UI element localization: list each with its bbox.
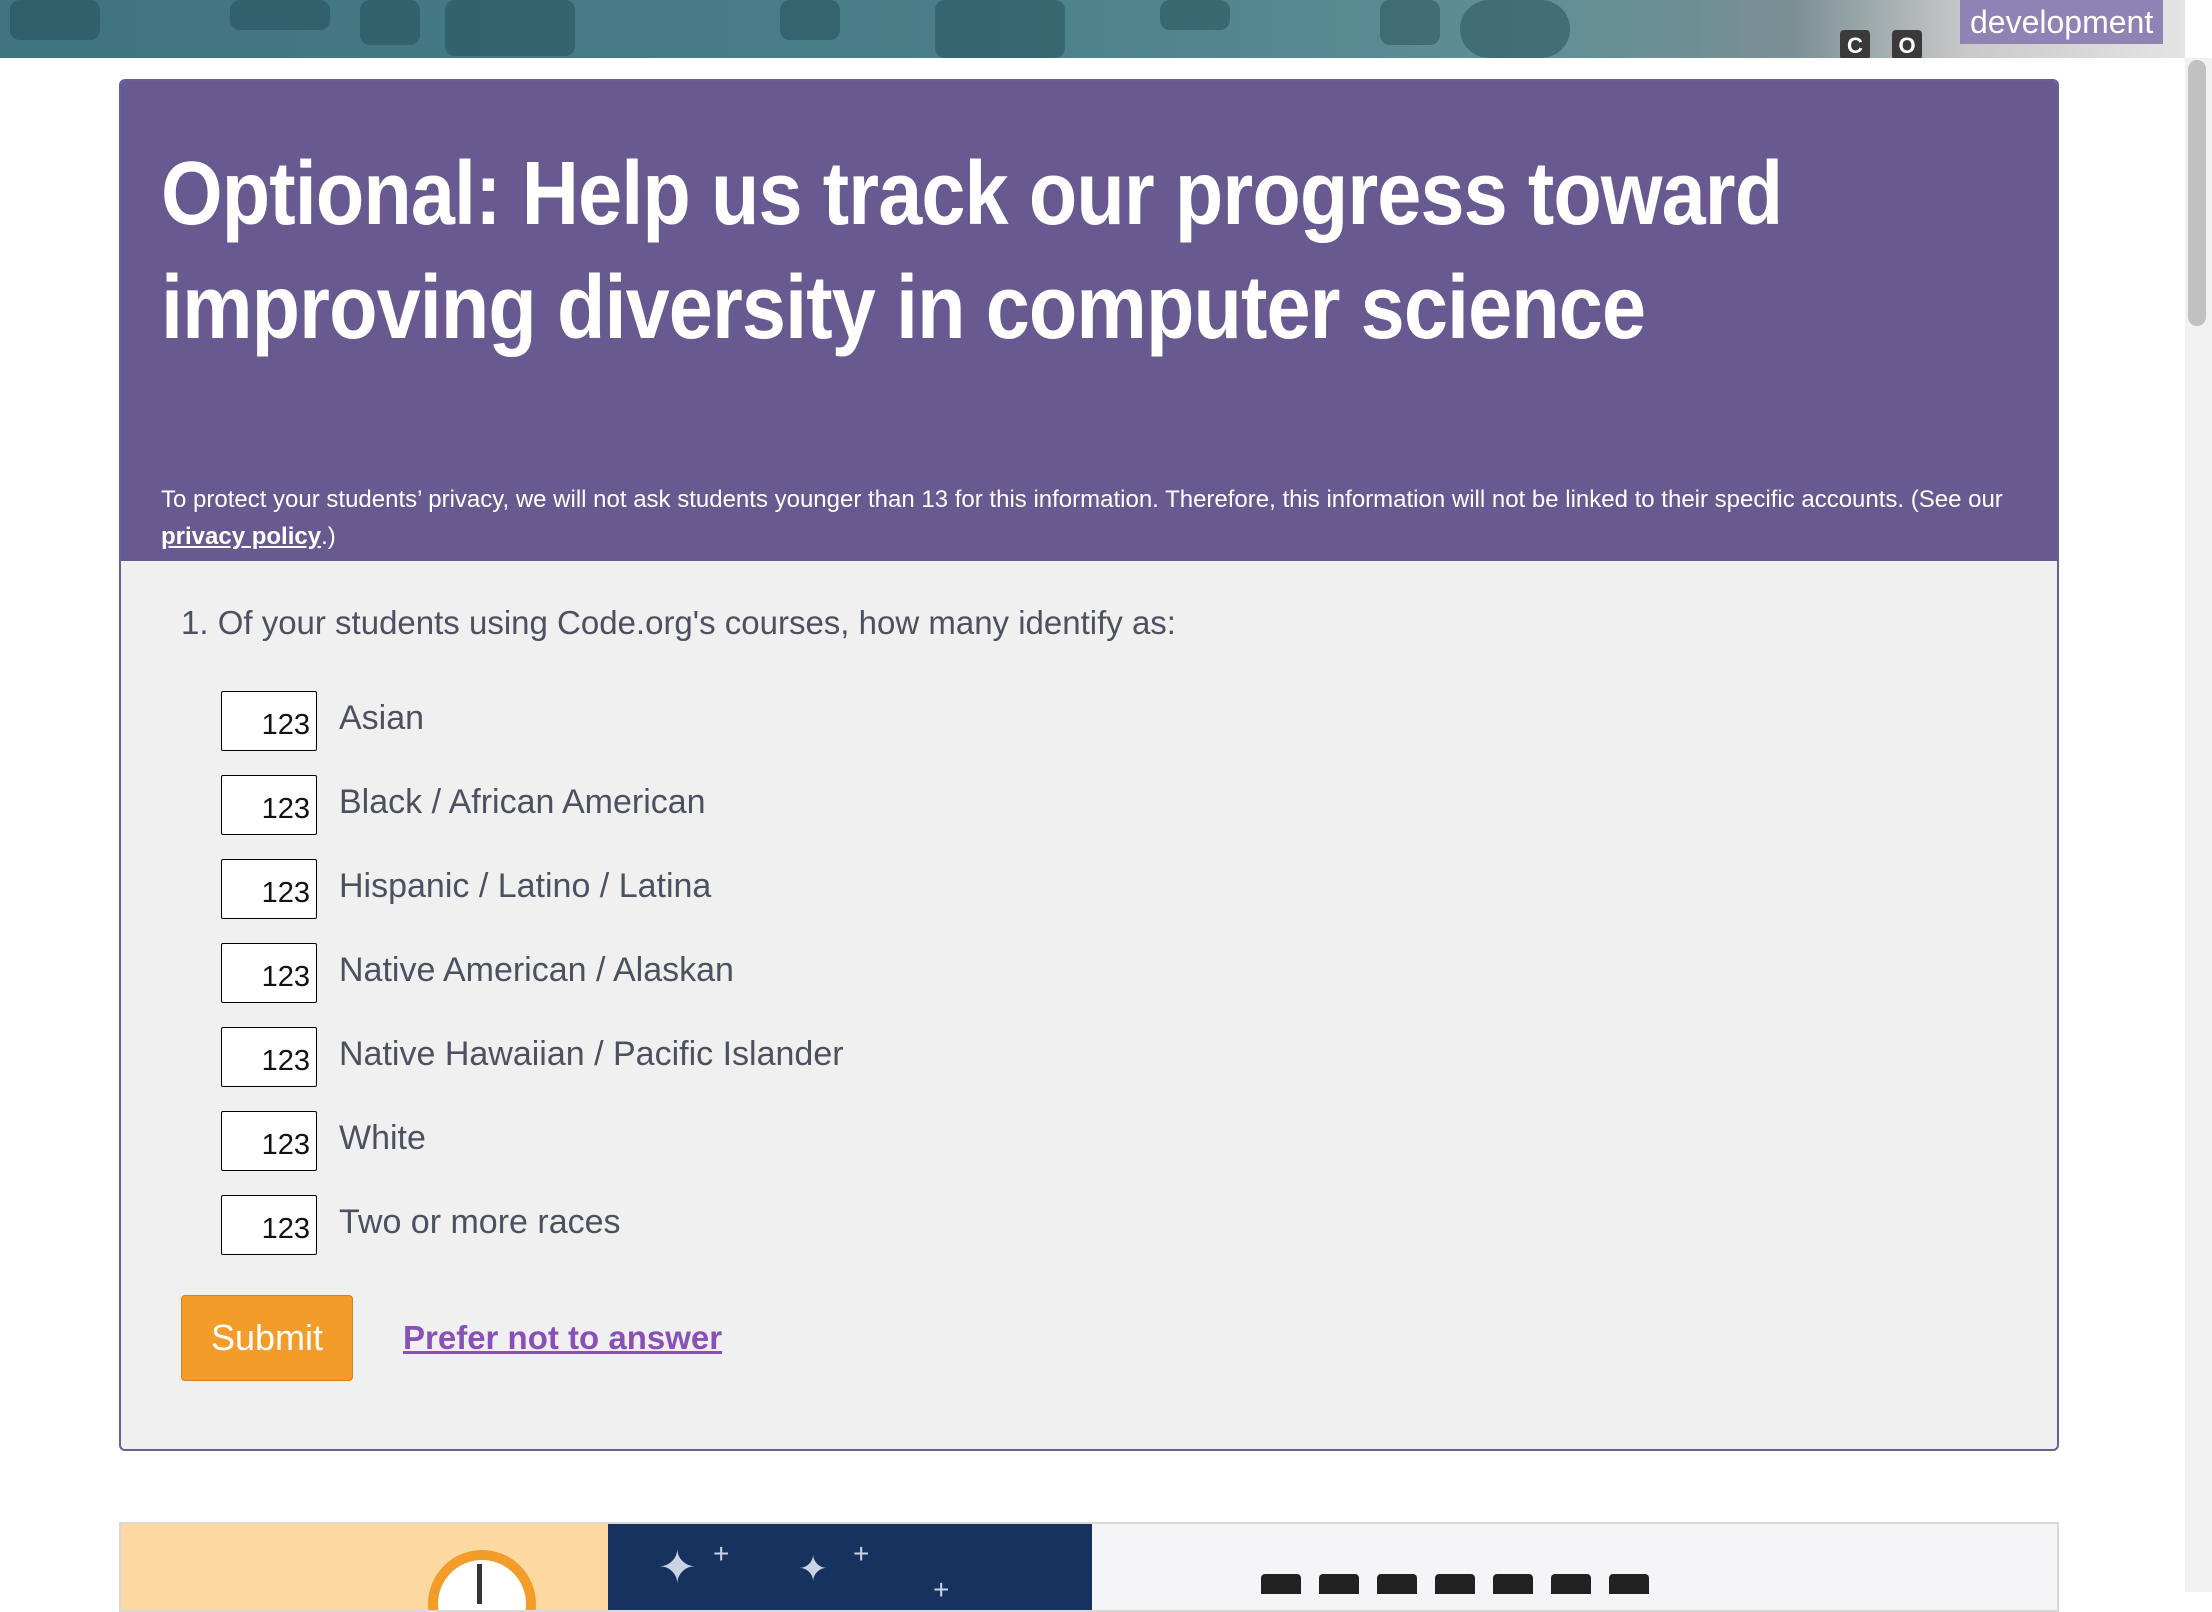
- two-or-more-count-input[interactable]: [221, 1195, 317, 1255]
- pacific-islander-count-input[interactable]: [221, 1027, 317, 1087]
- question-text: 1. Of your students using Code.org's cou…: [181, 604, 1176, 641]
- option-label: Asian: [339, 698, 425, 737]
- plus-icon: +: [933, 1574, 950, 1605]
- promo-heading: [1261, 1574, 1821, 1594]
- survey-intro: To protect your students’ privacy, we wi…: [161, 481, 2031, 555]
- survey-body: 1. Of your students using Code.org's cou…: [121, 561, 2057, 1381]
- plus-icon: +: [713, 1538, 730, 1569]
- option-label: White: [339, 1118, 426, 1157]
- option-label: Black / African American: [339, 782, 706, 821]
- survey-actions: Submit Prefer not to answer: [181, 1295, 2057, 1381]
- environment-badge: development: [1960, 0, 2164, 44]
- intro-text: To protect your students’ privacy, we wi…: [161, 486, 2003, 513]
- banner-decoration: [1460, 0, 1570, 58]
- logo-letter-o: O: [1892, 30, 1922, 58]
- option-row: Native American / Alaskan: [221, 943, 2057, 1003]
- star-icon: ✦: [798, 1548, 829, 1589]
- option-row: Black / African American: [221, 775, 2057, 835]
- option-label: Two or more races: [339, 1202, 621, 1241]
- option-row: White: [221, 1111, 2057, 1171]
- option-label: Native American / Alaskan: [339, 950, 734, 989]
- privacy-policy-link[interactable]: privacy policy: [161, 523, 321, 550]
- diversity-survey-card: Optional: Help us track our progress tow…: [119, 79, 2059, 1451]
- banner-decoration: [780, 0, 840, 40]
- banner-decoration: [935, 0, 1065, 58]
- option-label: Native Hawaiian / Pacific Islander: [339, 1034, 844, 1073]
- banner-decoration: [1380, 0, 1440, 45]
- hispanic-count-input[interactable]: [221, 859, 317, 919]
- banner-decoration: [445, 0, 575, 56]
- option-row: Native Hawaiian / Pacific Islander: [221, 1027, 2057, 1087]
- star-icon: ✦: [658, 1541, 697, 1593]
- native-american-count-input[interactable]: [221, 943, 317, 1003]
- submit-button[interactable]: Submit: [181, 1295, 353, 1381]
- asian-count-input[interactable]: [221, 691, 317, 751]
- banner-decoration: [230, 0, 330, 30]
- plus-icon: +: [853, 1538, 870, 1569]
- clock-hand: [477, 1564, 482, 1604]
- banner-decoration: [10, 0, 100, 40]
- banner-decoration: [360, 0, 420, 45]
- promo-card: ✦ + ✦ + + ✕: [119, 1522, 2059, 1612]
- scrollbar-thumb[interactable]: [2188, 60, 2206, 326]
- option-row: Two or more races: [221, 1195, 2057, 1255]
- option-row: Asian: [221, 691, 2057, 751]
- survey-header: Optional: Help us track our progress tow…: [121, 81, 2057, 561]
- option-row: Hispanic / Latino / Latina: [221, 859, 2057, 919]
- promo-space-panel: ✦ + ✦ + +: [608, 1524, 1092, 1610]
- options-list: Asian Black / African American Hispanic …: [221, 691, 2057, 1255]
- black-count-input[interactable]: [221, 775, 317, 835]
- logo-letter-c: C: [1840, 30, 1870, 58]
- prefer-not-to-answer-link[interactable]: Prefer not to answer: [403, 1319, 722, 1357]
- white-count-input[interactable]: [221, 1111, 317, 1171]
- survey-title: Optional: Help us track our progress tow…: [161, 144, 1783, 358]
- top-banner: C O development: [0, 0, 2185, 58]
- option-label: Hispanic / Latino / Latina: [339, 866, 712, 905]
- intro-text-end: .): [321, 523, 336, 550]
- banner-decoration: [1160, 0, 1230, 30]
